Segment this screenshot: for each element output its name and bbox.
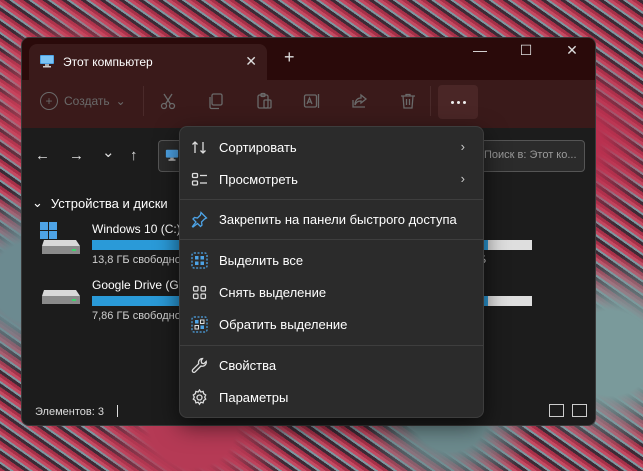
menu-item-label: Свойства — [219, 358, 277, 373]
menu-separator — [180, 239, 483, 240]
recent-locations-icon[interactable]: ⌄ — [102, 143, 115, 161]
computer-icon — [165, 148, 179, 165]
status-divider — [117, 405, 118, 417]
options-icon — [191, 388, 208, 406]
menu-item-options[interactable]: Параметры — [180, 382, 483, 412]
pin-icon — [191, 211, 208, 228]
chevron-down-icon: ⌄ — [32, 195, 43, 210]
close-button[interactable]: ✕ — [552, 42, 592, 59]
minimize-button[interactable]: — — [460, 42, 500, 58]
drive-free-space: 13,8 ГБ свободно — [92, 254, 181, 266]
maximize-button[interactable]: ☐ — [506, 42, 546, 59]
create-label: Создать — [64, 94, 110, 108]
drive-name: Google Drive (G:) — [92, 278, 187, 292]
drive-free-space: 7,86 ГБ свободно — [92, 310, 181, 322]
create-button[interactable]: + Создать ⌄ — [40, 92, 126, 110]
item-count: Элементов: 3 — [35, 406, 104, 418]
menu-item-label: Параметры — [219, 390, 289, 405]
back-icon[interactable]: ← — [35, 147, 50, 164]
menu-item-view[interactable]: Просмотреть › — [180, 164, 483, 194]
title-bar: Этот компьютер ✕ + — ☐ ✕ — [22, 38, 595, 80]
menu-item-label: Просмотреть — [219, 172, 298, 187]
section-title: Устройства и диски — [50, 195, 168, 211]
menu-item-label: Выделить все — [219, 253, 304, 268]
more-options-menu: Сортировать › Просмотреть › Закрепить на… — [179, 126, 484, 418]
menu-item-pin-quick-access[interactable]: Закрепить на панели быстрого доступа — [180, 204, 483, 234]
toolbar-divider — [430, 86, 431, 116]
large-icons-view-icon[interactable] — [572, 404, 587, 417]
details-view-icon[interactable] — [549, 404, 564, 417]
rename-icon[interactable] — [303, 92, 321, 113]
paste-icon[interactable] — [255, 92, 273, 113]
invert-selection-icon — [191, 316, 208, 333]
menu-item-label: Снять выделение — [219, 285, 327, 300]
more-dot — [462, 100, 466, 104]
more-dot — [450, 100, 454, 104]
menu-item-label: Обратить выделение — [219, 317, 348, 332]
select-none-icon — [191, 284, 208, 301]
delete-icon[interactable] — [399, 92, 417, 113]
plus-icon: + — [40, 92, 58, 110]
chevron-right-icon: › — [460, 139, 465, 154]
menu-item-properties[interactable]: Свойства — [180, 350, 483, 380]
chevron-down-icon: ⌄ — [115, 94, 126, 108]
more-dot — [456, 100, 460, 104]
computer-icon — [39, 53, 55, 72]
tab-close-icon[interactable]: ✕ — [245, 53, 257, 70]
select-all-icon — [191, 252, 208, 269]
properties-icon — [191, 357, 208, 374]
sort-icon — [191, 139, 208, 156]
address-bar[interactable] — [158, 140, 181, 172]
menu-item-select-none[interactable]: Снять выделение — [180, 277, 483, 307]
new-tab-button[interactable]: + — [284, 47, 295, 68]
system-drive-icon — [40, 222, 82, 254]
more-options-button[interactable] — [438, 85, 478, 119]
tab-title: Этот компьютер — [63, 55, 153, 69]
view-icon — [191, 171, 208, 188]
menu-item-sort[interactable]: Сортировать › — [180, 132, 483, 162]
toolbar-divider — [143, 86, 144, 116]
menu-item-select-all[interactable]: Выделить все — [180, 245, 483, 275]
share-icon[interactable] — [351, 92, 369, 113]
command-bar: + Создать ⌄ — [22, 80, 595, 128]
search-placeholder: Поиск в: Этот ко... — [484, 149, 577, 161]
copy-icon[interactable] — [207, 92, 225, 113]
drive-name: Windows 10 (C:) — [92, 222, 181, 236]
menu-separator — [180, 199, 483, 200]
search-input[interactable]: Поиск в: Этот ко... — [477, 140, 585, 172]
devices-section-header[interactable]: ⌄ Устройства и диски — [32, 195, 168, 211]
cut-icon[interactable] — [159, 92, 177, 113]
chevron-right-icon: › — [460, 171, 465, 186]
menu-item-invert-selection[interactable]: Обратить выделение — [180, 309, 483, 339]
menu-separator — [180, 345, 483, 346]
menu-item-label: Закрепить на панели быстрого доступа — [219, 212, 457, 227]
tab-this-pc[interactable]: Этот компьютер ✕ — [29, 44, 267, 80]
menu-item-label: Сортировать — [219, 140, 297, 155]
up-icon[interactable]: ↑ — [130, 147, 138, 164]
forward-icon[interactable]: → — [69, 147, 84, 164]
drive-icon — [42, 288, 82, 310]
